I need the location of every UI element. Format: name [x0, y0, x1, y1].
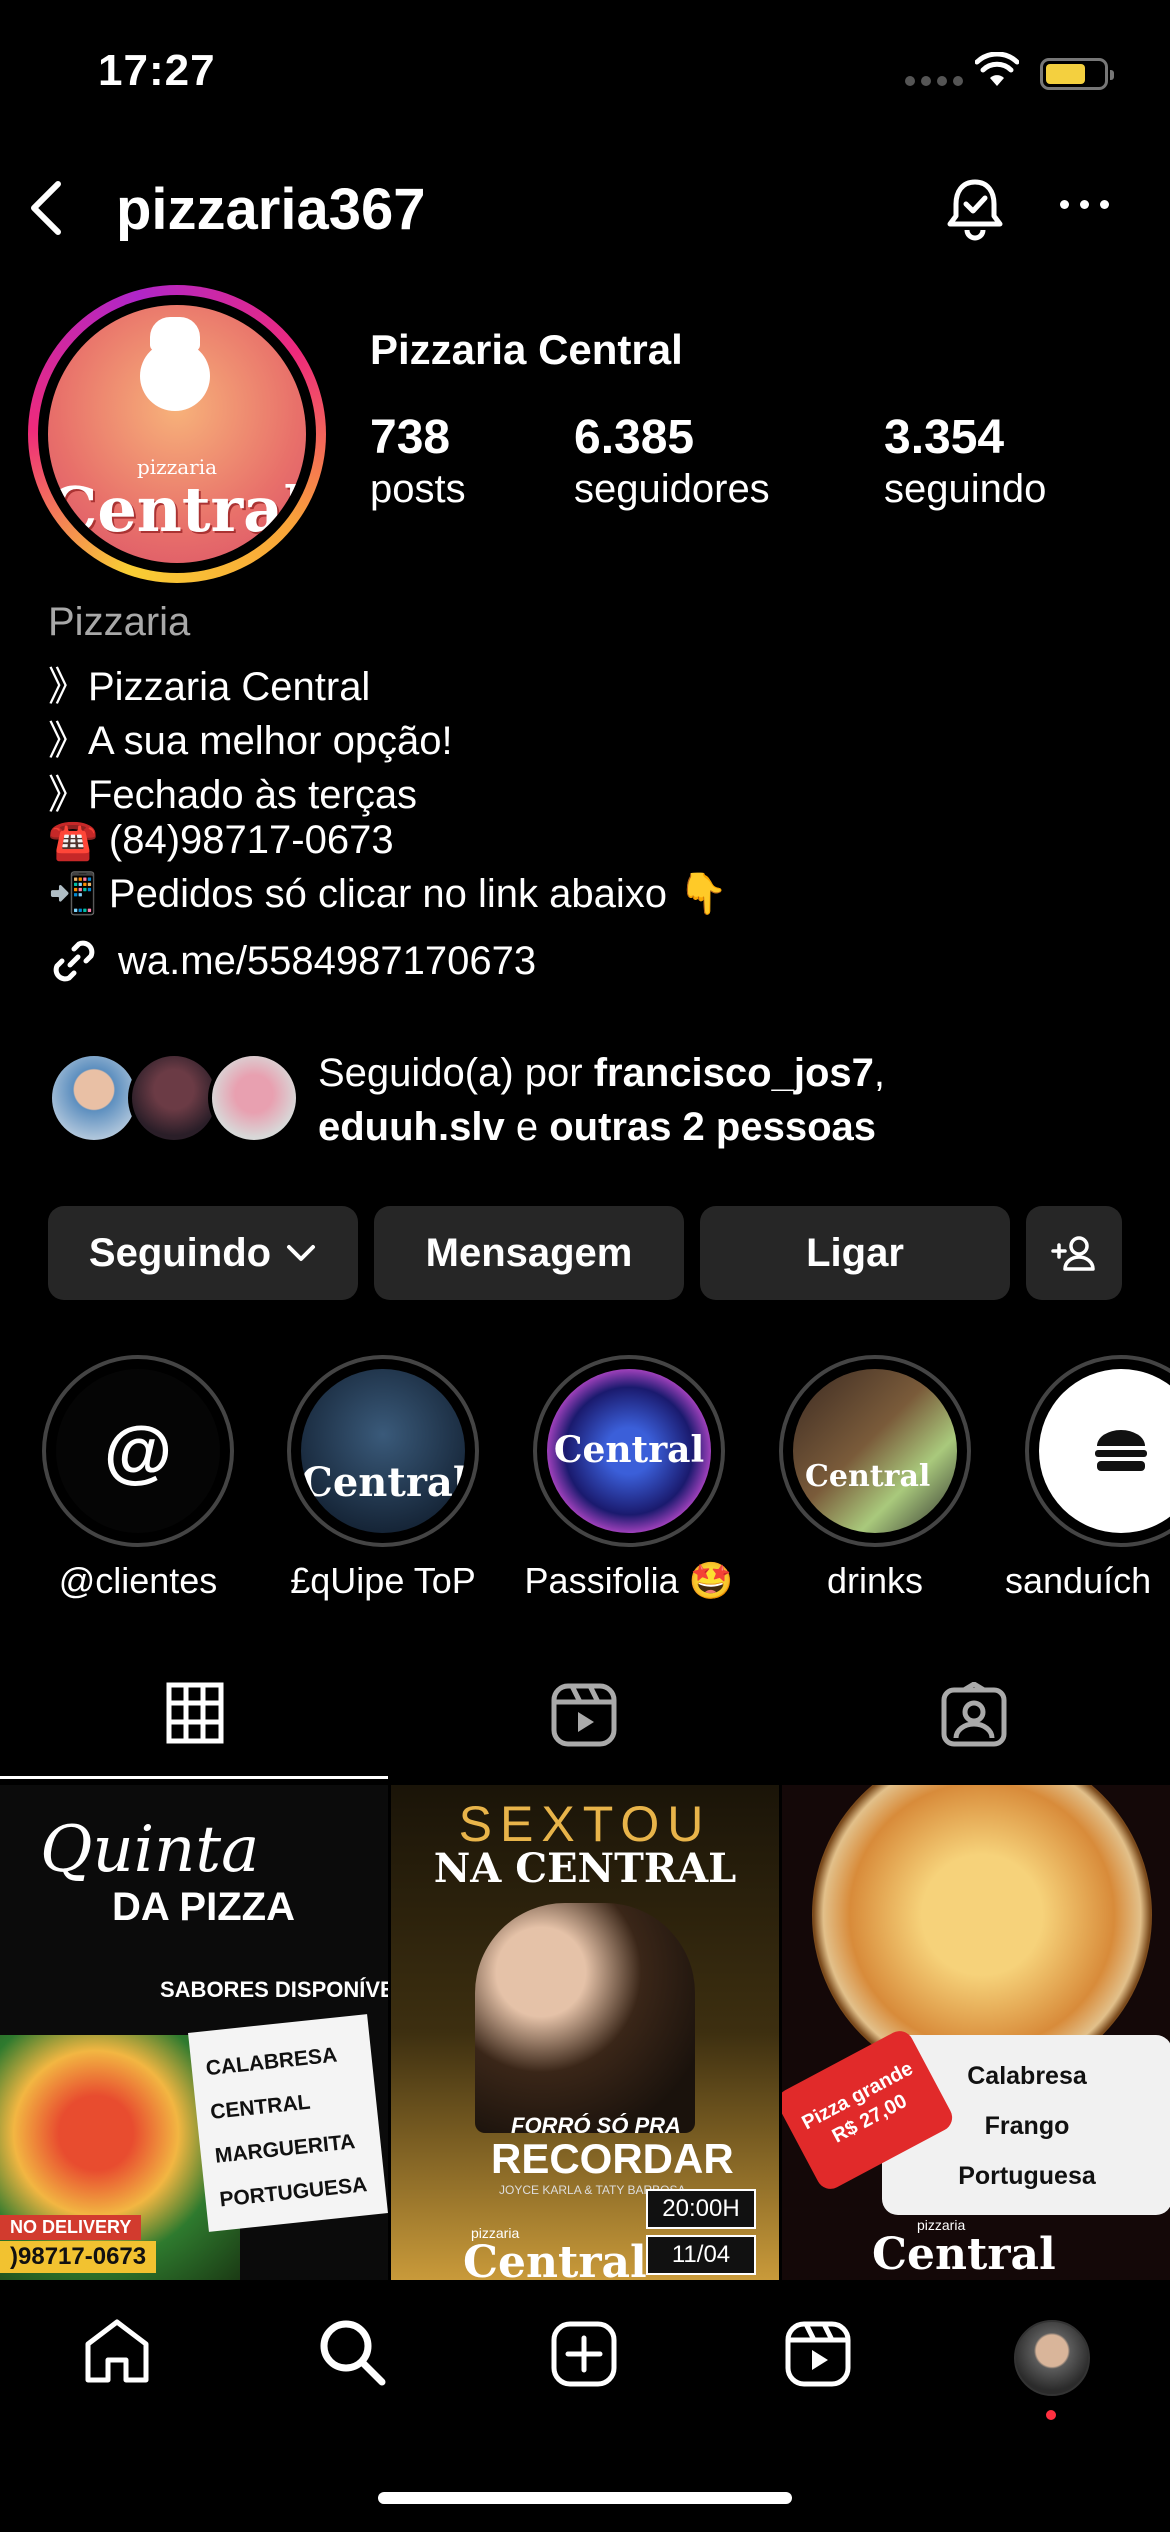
followed-by-others: outras 2 pessoas — [549, 1105, 877, 1149]
profile-link-text: wa.me/5584987170673 — [118, 938, 537, 983]
highlight-text: Central — [553, 1429, 705, 1471]
more-options-icon[interactable] — [1060, 200, 1109, 209]
delivery-badge: NO DELIVERY — [0, 2215, 142, 2240]
profile-tab-avatar[interactable] — [1014, 2320, 1090, 2396]
suggested-people-button[interactable] — [1026, 1206, 1122, 1300]
mutual-followers-avatars[interactable] — [48, 1050, 300, 1146]
avatar — [208, 1052, 300, 1144]
stat-label: posts — [370, 467, 466, 511]
back-arrow-icon[interactable] — [26, 178, 66, 238]
highlight-text: Central — [301, 1459, 465, 1506]
stat-value: 3.354 — [884, 411, 1005, 464]
highlight-equipe[interactable]: Central — [287, 1355, 479, 1547]
flavor-item: Portuguesa — [958, 2162, 1096, 2190]
reels-tab-icon[interactable] — [550, 1682, 618, 1748]
stat-following[interactable]: 3.354 seguindo — [884, 410, 1046, 512]
avatar — [128, 1052, 220, 1144]
link-icon — [53, 940, 95, 982]
notification-dot — [1046, 2410, 1056, 2420]
post-thumbnail[interactable]: Calabresa Frango Portuguesa Pizza grande… — [782, 1785, 1170, 2280]
profile-link[interactable]: wa.me/5584987170673 — [48, 935, 536, 987]
battery-icon — [1040, 58, 1114, 90]
message-button-label: Mensagem — [425, 1230, 633, 1275]
search-icon[interactable] — [316, 2316, 388, 2388]
followed-by-text[interactable]: Seguido(a) por francisco_jos7, eduuh.slv… — [318, 1046, 885, 1154]
stat-value: 6.385 — [574, 411, 695, 464]
highlight-drinks[interactable]: Central — [779, 1355, 971, 1547]
highlight-text: Central — [805, 1459, 931, 1494]
profile-category: Pizzaria — [48, 600, 191, 644]
followed-by-prefix: Seguido(a) por — [318, 1051, 594, 1095]
phone-badge: )98717-0673 — [0, 2241, 157, 2273]
stat-posts[interactable]: 738 posts — [370, 410, 466, 512]
profile-avatar[interactable]: pizzaria Central — [28, 285, 326, 583]
call-button[interactable]: Ligar — [700, 1206, 1010, 1300]
signal-icon — [905, 76, 963, 86]
brand-logo: Central — [463, 2237, 647, 2280]
highlight-sanduiches[interactable] — [1025, 1355, 1170, 1547]
reels-icon[interactable] — [784, 2320, 852, 2388]
brand-logo: Central — [872, 2229, 1056, 2280]
post-title: Quinta — [40, 1813, 260, 1887]
bio-line: 》A sua melhor opção! — [48, 719, 453, 763]
avatar — [48, 1052, 140, 1144]
stat-label: seguidores — [574, 467, 770, 511]
highlight-label: £qUipe ToP — [290, 1560, 476, 1601]
following-button[interactable]: Seguindo — [48, 1206, 358, 1300]
chevron-down-icon — [287, 1245, 316, 1261]
highlight-label: drinks — [826, 1560, 924, 1601]
highlight-passifolia[interactable]: Central — [533, 1355, 725, 1547]
bio-line: 》Pizzaria Central — [48, 665, 371, 709]
home-indicator — [378, 2492, 792, 2504]
create-post-icon[interactable] — [550, 2320, 618, 2388]
chef-logo-icon — [140, 317, 210, 411]
post-subtitle: NA CENTRAL — [433, 1845, 737, 1892]
stat-followers[interactable]: 6.385 seguidores — [574, 410, 770, 512]
flavors-card: CALABRESA CENTRAL MARGUERITA PORTUGUESA — [188, 2014, 388, 2232]
followed-by-separator: , — [873, 1051, 885, 1095]
followed-by-user: eduuh.slv — [318, 1105, 505, 1149]
wifi-icon — [975, 52, 1019, 86]
post-thumbnail[interactable]: SEXTOU NA CENTRAL FORRÓ SÓ PRA RECORDAR … — [391, 1785, 779, 2280]
call-button-label: Ligar — [806, 1230, 904, 1275]
post-subtitle: DA PIZZA — [112, 1885, 295, 1929]
status-time: 17:27 — [98, 46, 216, 95]
avatar-brand: Central — [48, 473, 306, 546]
grid-icon[interactable] — [166, 1682, 224, 1744]
notification-bell-icon[interactable] — [940, 174, 1010, 244]
highlight-label: sanduích — [1005, 1560, 1152, 1601]
add-person-icon — [1051, 1236, 1095, 1271]
highlight-label: @clientes — [58, 1560, 218, 1601]
profile-display-name: Pizzaria Central — [370, 326, 683, 373]
followed-by-user: francisco_jos7 — [593, 1051, 874, 1095]
stat-label: seguindo — [884, 467, 1047, 511]
bio-line: ☎️ (84)98717-0673 — [48, 818, 394, 862]
highlight-clientes[interactable]: @ — [42, 1355, 234, 1547]
event-photo — [475, 1903, 695, 2133]
home-icon[interactable] — [82, 2318, 152, 2384]
highlight-text: @ — [103, 1412, 173, 1490]
following-button-label: Seguindo — [88, 1230, 272, 1275]
message-button[interactable]: Mensagem — [374, 1206, 684, 1300]
highlight-label: Passifolia 🤩 — [524, 1560, 734, 1601]
burger-icon — [1095, 1430, 1147, 1471]
event-date: 11/04 — [646, 2235, 756, 2275]
event-title: RECORDAR — [491, 2135, 734, 2182]
profile-username: pizzaria367 — [116, 177, 426, 242]
tagged-tab-icon[interactable] — [940, 1682, 1008, 1748]
post-thumbnail[interactable]: Quinta DA PIZZA SABORES DISPONÍVE CALABR… — [0, 1785, 388, 2280]
bio-line: 📲 Pedidos só clicar no link abaixo 👇 — [48, 872, 728, 916]
stat-value: 738 — [370, 411, 451, 464]
event-time: 20:00H — [646, 2189, 756, 2229]
bio-line: 》Fechado às terças — [48, 773, 418, 817]
active-tab-indicator — [0, 1776, 388, 1779]
followed-by-separator: e — [504, 1105, 550, 1149]
post-text: SABORES DISPONÍVE — [160, 1977, 388, 2002]
